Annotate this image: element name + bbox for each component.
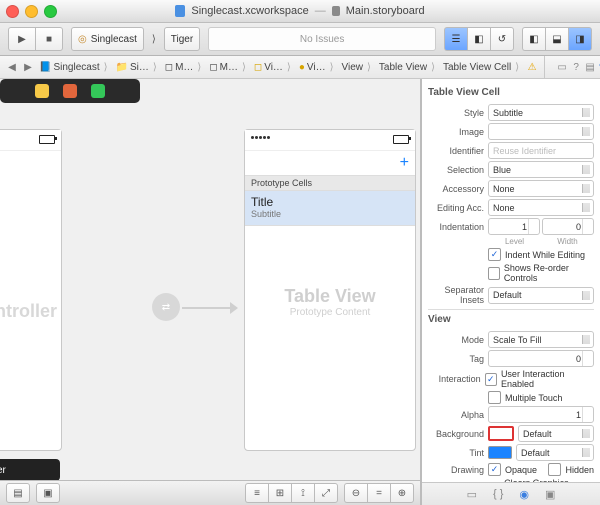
- auto-layout-align[interactable]: ≡: [245, 483, 268, 503]
- cell-subtitle-label: Subtitle: [251, 209, 409, 219]
- auto-layout-resize[interactable]: ⤢: [314, 483, 338, 503]
- jump-item: Table View Cell: [440, 62, 524, 73]
- segue-arrow[interactable]: [182, 301, 238, 315]
- hide-outline-icon[interactable]: ▣: [36, 483, 60, 503]
- section-head-cell: Table View Cell: [428, 83, 594, 102]
- close-window-button[interactable]: [6, 5, 19, 18]
- jump-bar[interactable]: ◀ ▶ 📘Singlecast 📁Si… ◻M… ◻M… ◻Vi… ●Vi… V…: [0, 56, 544, 79]
- code-snippet-library-tab[interactable]: { }: [493, 488, 503, 500]
- opaque-checkbox[interactable]: [488, 463, 501, 476]
- scene-dock[interactable]: [0, 79, 140, 103]
- toggle-debug-area[interactable]: ⬓: [545, 27, 568, 51]
- scene-table-view-controller[interactable]: + Prototype Cells Title Subtitle Table V…: [244, 129, 416, 451]
- object-library-tab[interactable]: ◉: [519, 488, 529, 501]
- zoom-out[interactable]: ⊖: [344, 483, 367, 503]
- background-color-well[interactable]: [488, 426, 514, 441]
- scene-label-nav[interactable]: n Controller: [0, 459, 60, 481]
- main-toolbar: ▶ ■ ◎Singlecast ⟩ Tiger No Issues ☰ ◧ ↺ …: [0, 23, 600, 56]
- jump-item: Table View: [376, 62, 440, 73]
- indent-level-stepper[interactable]: 1: [488, 218, 540, 235]
- style-popup[interactable]: Subtitle: [488, 104, 594, 121]
- document-outline-toggle[interactable]: ▤: [6, 483, 30, 503]
- jump-item: 📁Si…: [113, 62, 162, 73]
- segue-relationship-icon[interactable]: ⇄: [152, 293, 180, 321]
- jump-item: ◻M…: [162, 62, 207, 73]
- first-responder-icon[interactable]: [35, 84, 49, 98]
- auto-layout-resolve[interactable]: ⟟: [291, 483, 314, 503]
- tint-popup[interactable]: Default: [516, 444, 594, 461]
- jump-item: ●Vi…: [296, 62, 339, 73]
- history-fwd[interactable]: ▶: [20, 62, 36, 73]
- tint-color-well[interactable]: [488, 446, 512, 459]
- image-popup[interactable]: [488, 123, 594, 140]
- auto-layout-pin[interactable]: ⊞: [268, 483, 291, 503]
- add-bar-button[interactable]: +: [400, 154, 409, 172]
- history-back[interactable]: ◀: [4, 62, 20, 73]
- tag-stepper[interactable]: 0: [488, 350, 594, 367]
- nav-controller-label: n Controller: [0, 151, 61, 322]
- quick-help-tab[interactable]: ?: [569, 60, 583, 74]
- content-mode-popup[interactable]: Scale To Fill: [488, 331, 594, 348]
- toggle-utilities[interactable]: ◨: [568, 27, 592, 51]
- zoom-window-button[interactable]: [44, 5, 57, 18]
- exit-icon[interactable]: [63, 84, 77, 98]
- media-library-tab[interactable]: ▣: [545, 488, 555, 501]
- scene-nav-controller[interactable]: n Controller: [0, 129, 62, 451]
- jump-item: 📘Singlecast: [36, 62, 113, 73]
- zoom-in[interactable]: ⊕: [390, 483, 414, 503]
- file-inspector-tab[interactable]: ▭: [555, 60, 569, 74]
- selection-popup[interactable]: Blue: [488, 161, 594, 178]
- activity-viewer: No Issues: [208, 27, 436, 51]
- indent-width-stepper[interactable]: 0: [542, 218, 594, 235]
- table-view-placeholder-subtitle: Prototype Content: [245, 307, 415, 318]
- canvas-bottom-bar: ▤ ▣ ≡ ⊞ ⟟ ⤢ ⊖ = ⊕: [0, 480, 420, 505]
- file-name: Main.storyboard: [346, 5, 425, 17]
- destination-selector[interactable]: Tiger: [164, 27, 200, 51]
- indent-while-editing-checkbox[interactable]: [488, 248, 501, 261]
- titlebar: Singlecast.xcworkspace — Main.storyboard: [0, 0, 600, 23]
- editor-mode-standard[interactable]: ☰: [444, 27, 467, 51]
- view-controller-icon[interactable]: [91, 84, 105, 98]
- jump-item: ◻M…: [206, 62, 251, 73]
- reuse-identifier-field[interactable]: Reuse Identifier: [488, 142, 594, 159]
- document-icon: [332, 6, 340, 16]
- scheme-selector[interactable]: ◎Singlecast: [71, 27, 144, 51]
- document-icon: [175, 5, 185, 17]
- jump-item: View: [339, 62, 376, 73]
- storyboard-canvas[interactable]: n Controller ⇄ + Prototype Cells Title S…: [0, 79, 421, 505]
- inspector-tab-bar: ▭ ? ▤ ⊟ ◉: [544, 56, 600, 79]
- attributes-inspector: Table View Cell StyleSubtitle Image Iden…: [421, 79, 600, 505]
- jump-item: ◻Vi…: [251, 62, 296, 73]
- hidden-checkbox[interactable]: [548, 463, 561, 476]
- editing-acc-popup[interactable]: None: [488, 199, 594, 216]
- stop-button[interactable]: ■: [35, 27, 63, 51]
- editor-mode-assistant[interactable]: ◧: [467, 27, 490, 51]
- zoom-actual[interactable]: =: [367, 483, 390, 503]
- user-interaction-checkbox[interactable]: [485, 373, 497, 386]
- workspace-name: Singlecast.xcworkspace: [191, 5, 308, 17]
- table-view-cell[interactable]: Title Subtitle: [245, 191, 415, 226]
- library-tab-bar: ▭ { } ◉ ▣: [422, 482, 600, 505]
- minimize-window-button[interactable]: [25, 5, 38, 18]
- section-head-view: View: [428, 309, 594, 329]
- table-view-placeholder-title: Table View: [245, 286, 415, 307]
- xcode-window: Singlecast.xcworkspace — Main.storyboard…: [0, 0, 600, 505]
- multiple-touch-checkbox[interactable]: [488, 391, 501, 404]
- warnings-icon[interactable]: ⚠: [524, 62, 540, 73]
- nav-bar[interactable]: +: [245, 151, 415, 176]
- toggle-navigator[interactable]: ◧: [522, 27, 545, 51]
- separator-insets-popup[interactable]: Default: [488, 287, 594, 304]
- alpha-stepper[interactable]: 1: [488, 406, 594, 423]
- file-template-library-tab[interactable]: ▭: [467, 488, 477, 501]
- shows-reorder-checkbox[interactable]: [488, 267, 500, 280]
- cell-title-label: Title: [251, 195, 409, 209]
- identity-inspector-tab[interactable]: ▤: [583, 60, 597, 74]
- background-popup[interactable]: Default: [518, 425, 594, 442]
- run-button[interactable]: ▶: [8, 27, 35, 51]
- editor-mode-version[interactable]: ↺: [490, 27, 514, 51]
- prototype-header: Prototype Cells: [245, 176, 415, 191]
- accessory-popup[interactable]: None: [488, 180, 594, 197]
